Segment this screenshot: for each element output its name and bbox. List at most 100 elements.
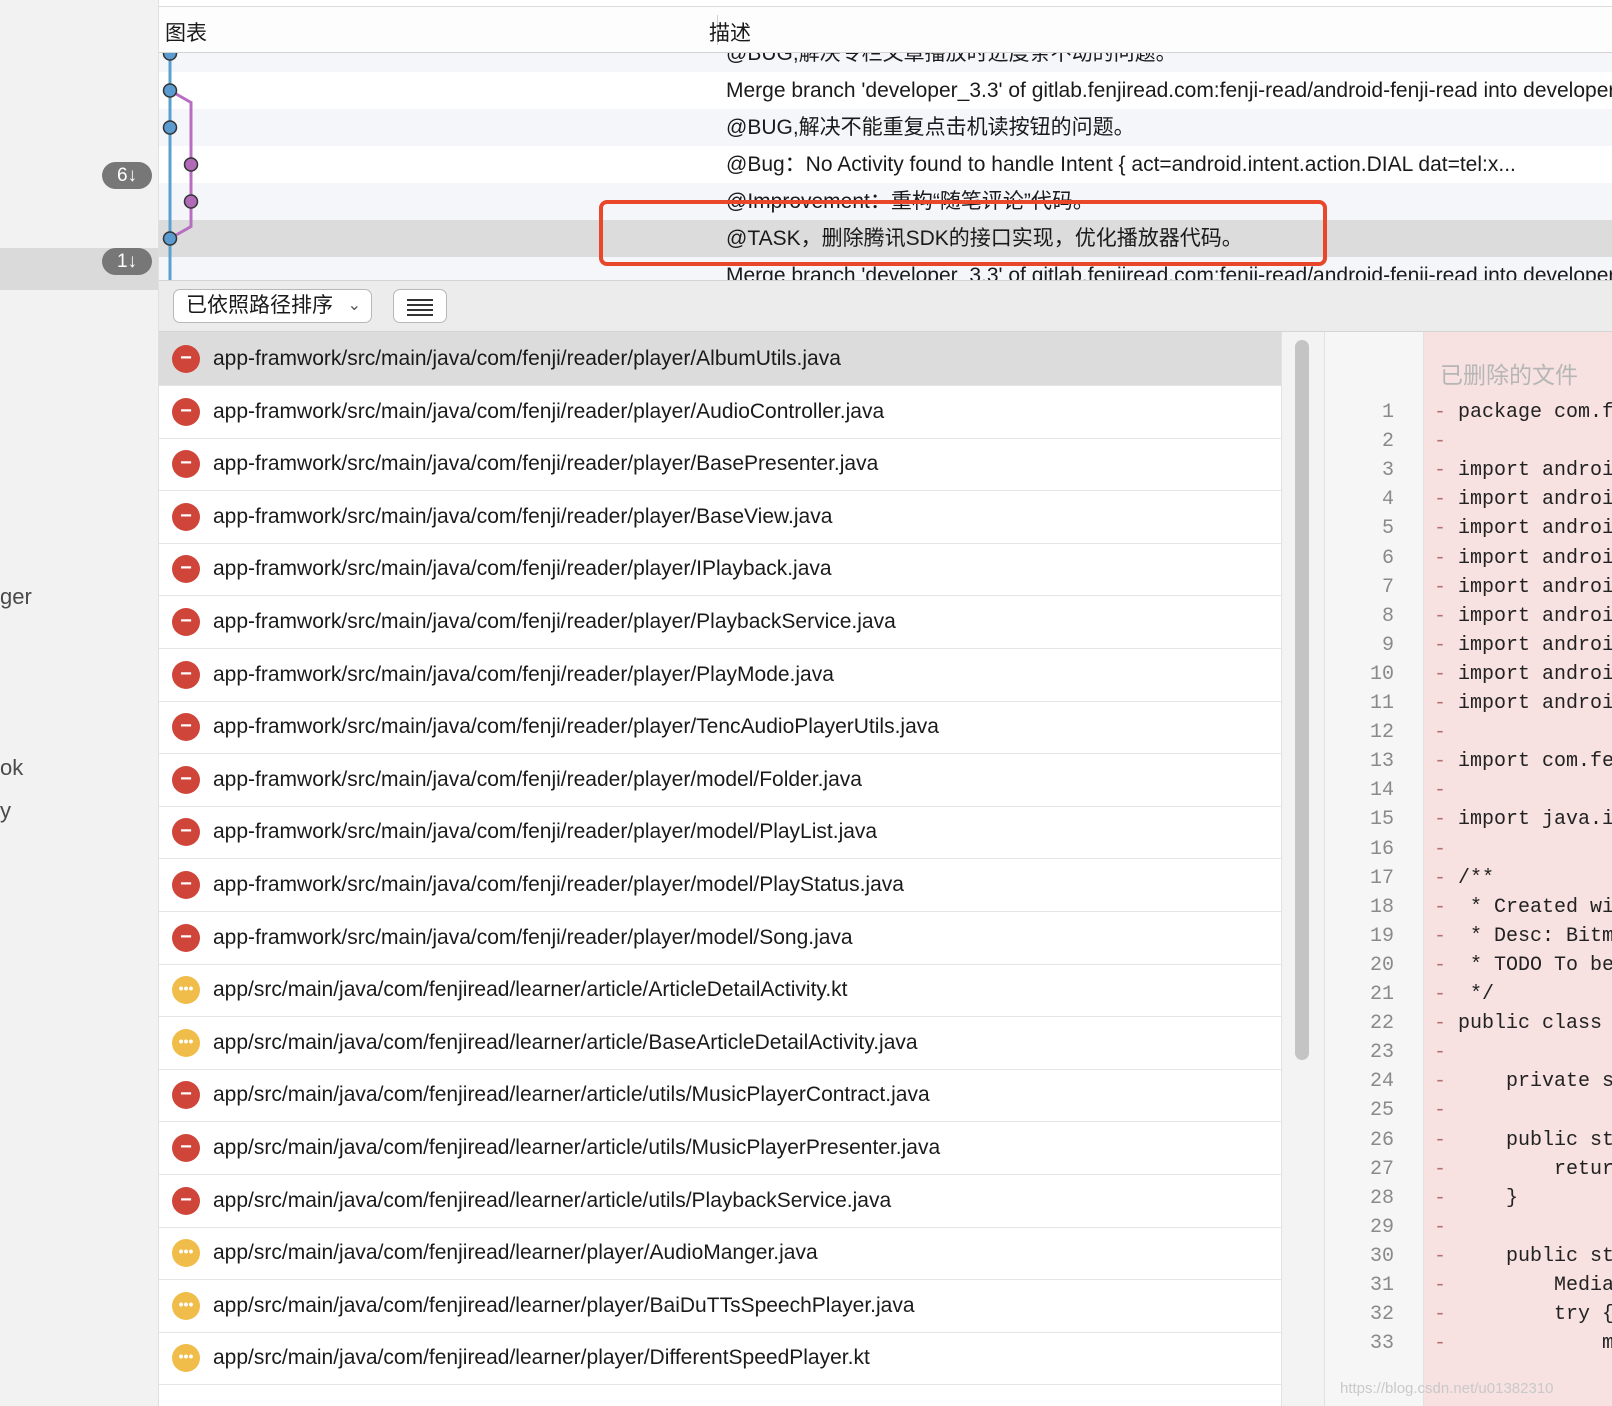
removed-line-marker: - <box>1434 1012 1459 1036</box>
line-number: 18 <box>1369 895 1394 919</box>
file-modified-icon: ••• <box>172 1239 200 1268</box>
file-deleted-icon: − <box>172 397 200 426</box>
removed-line-marker: - <box>1434 459 1459 483</box>
commit-row[interactable]: @BUG,解决不能重复点击机读按钮的问题。 <box>159 109 1612 146</box>
file-path: app/src/main/java/com/fenjiread/learner/… <box>213 1083 930 1107</box>
file-deleted-icon: − <box>172 555 200 584</box>
file-row[interactable]: − app/src/main/java/com/fenjiread/learner… <box>159 1174 1281 1228</box>
diff-line: - <box>1434 1096 1458 1126</box>
removed-line-marker: - <box>1434 924 1459 948</box>
diff-line: - import java.i <box>1434 805 1612 835</box>
commit-row[interactable]: Merge branch 'developer_3.3' of gitlab.f… <box>159 72 1612 109</box>
diff-line-code: retur <box>1458 1157 1612 1181</box>
behind-count-badge: 6↓ <box>102 162 152 189</box>
file-path: app/src/main/java/com/fenjiread/learner/… <box>213 1136 941 1159</box>
file-row[interactable]: − app-framwork/src/main/java/com/fenji/re… <box>159 490 1281 544</box>
line-number: 1 <box>1381 401 1394 424</box>
removed-line-marker: - <box>1434 837 1459 861</box>
file-path: app/src/main/java/com/fenjiread/learner/… <box>213 1241 818 1265</box>
diff-line: - <box>1434 718 1458 748</box>
diff-line: - import androi <box>1434 660 1612 690</box>
file-row[interactable]: − app-framwork/src/main/java/com/fenji/re… <box>159 648 1281 702</box>
file-row[interactable]: − app-framwork/src/main/java/com/fenji/re… <box>159 700 1281 755</box>
diff-line: - import androi <box>1434 602 1612 632</box>
diff-line: - <box>1434 1038 1458 1068</box>
file-row[interactable]: ••• app/src/main/java/com/fenjiread/learn… <box>159 1331 1281 1386</box>
removed-line-marker: - <box>1434 895 1459 919</box>
line-number: 22 <box>1369 1012 1394 1036</box>
sidebar: 6↓ 1↓ ger ok y <box>0 0 159 1406</box>
removed-line-marker: - <box>1434 808 1459 832</box>
diff-line: - private s <box>1434 1067 1612 1097</box>
scrollbar-thumb[interactable] <box>1295 340 1309 1060</box>
file-row[interactable]: − app-framwork/src/main/java/com/fenji/re… <box>159 437 1281 492</box>
removed-line-marker: - <box>1434 721 1459 745</box>
removed-line-marker: - <box>1434 692 1459 715</box>
sidebar-item-label[interactable]: ger <box>0 584 32 610</box>
file-row[interactable]: − app-framwork/src/main/java/com/fenji/re… <box>159 542 1281 597</box>
file-deleted-icon: − <box>172 818 200 847</box>
file-row[interactable]: − app-framwork/src/main/java/com/fenji/re… <box>159 805 1281 860</box>
line-number: 16 <box>1369 837 1394 861</box>
file-row[interactable]: − app/src/main/java/com/fenjiread/learner… <box>159 1121 1281 1175</box>
file-path: app-framwork/src/main/java/com/fenji/rea… <box>213 662 834 686</box>
file-row[interactable]: − app-framwork/src/main/java/com/fenji/re… <box>159 595 1281 649</box>
file-toolbar: 已依照路径排序 ⌄ <box>159 280 1612 332</box>
sort-dropdown[interactable]: 已依照路径排序 ⌄ <box>173 289 372 323</box>
commit-node <box>162 120 178 135</box>
line-number: 30 <box>1369 1244 1394 1268</box>
line-number: 11 <box>1369 692 1394 715</box>
file-row[interactable]: − app-framwork/src/main/java/com/fenji/re… <box>159 332 1281 386</box>
list-view-button[interactable] <box>393 289 447 323</box>
file-deleted-icon: − <box>172 660 200 689</box>
removed-line-marker: - <box>1434 1128 1459 1152</box>
removed-line-marker: - <box>1434 1244 1459 1268</box>
file-row[interactable]: ••• app/src/main/java/com/fenjiread/learn… <box>159 1016 1281 1070</box>
diff-line-code: import androi <box>1458 488 1612 512</box>
diff-line: - import androi <box>1434 573 1612 603</box>
file-row[interactable]: − app-framwork/src/main/java/com/fenji/re… <box>159 753 1281 807</box>
commit-row[interactable]: @Bug：No Activity found to handle Intent … <box>159 146 1612 183</box>
file-row[interactable]: − app-framwork/src/main/java/com/fenji/re… <box>159 858 1281 912</box>
line-number: 6 <box>1381 546 1394 570</box>
history-header: 图表 描述 <box>159 6 1612 53</box>
file-deleted-icon: − <box>172 1186 200 1215</box>
diff-line: - public st <box>1434 1126 1612 1156</box>
diff-line: - import androi <box>1434 456 1612 486</box>
file-row[interactable]: ••• app/src/main/java/com/fenjiread/learn… <box>159 1226 1281 1281</box>
line-number: 25 <box>1369 1099 1394 1123</box>
diff-line-code: import androi <box>1458 459 1612 483</box>
removed-line-marker: - <box>1434 1099 1459 1123</box>
removed-line-marker: - <box>1434 546 1459 570</box>
file-list-scrollbar[interactable] <box>1281 332 1325 1406</box>
file-path: app-framwork/src/main/java/com/fenji/rea… <box>213 399 885 423</box>
removed-line-marker: - <box>1434 430 1459 454</box>
file-deleted-icon: − <box>172 713 200 742</box>
removed-line-marker: - <box>1434 1274 1459 1297</box>
file-path: app/src/main/java/com/fenjiread/learner/… <box>213 1030 918 1054</box>
column-header-description[interactable]: 描述 <box>709 17 751 47</box>
list-icon <box>407 299 433 301</box>
file-deleted-icon: − <box>172 608 200 636</box>
diff-line-code: m <box>1458 1332 1612 1356</box>
column-header-graph[interactable]: 图表 <box>165 17 207 47</box>
file-row[interactable]: − app/src/main/java/com/fenjiread/learner… <box>159 1068 1281 1123</box>
diff-line: - import androi <box>1434 544 1612 574</box>
diff-line-code: import androi <box>1458 517 1612 541</box>
commit-message: @Bug：No Activity found to handle Intent … <box>726 153 1516 176</box>
diff-line-code: Media <box>1458 1274 1612 1297</box>
file-row[interactable]: − app-framwork/src/main/java/com/fenji/re… <box>159 385 1281 439</box>
removed-line-marker: - <box>1434 1215 1459 1239</box>
diff-line-code: import androi <box>1458 575 1612 599</box>
file-row[interactable]: − app-framwork/src/main/java/com/fenji/re… <box>159 911 1281 965</box>
file-path: app/src/main/java/com/fenjiread/learner/… <box>213 978 848 1002</box>
sidebar-item-label[interactable]: y <box>0 798 11 824</box>
diff-line-code: import java.i <box>1458 808 1612 832</box>
file-row[interactable]: ••• app/src/main/java/com/fenjiread/learn… <box>159 963 1281 1018</box>
file-row[interactable]: ••• app/src/main/java/com/fenjiread/learn… <box>159 1279 1281 1333</box>
line-number: 24 <box>1369 1070 1394 1094</box>
diff-line: - retur <box>1434 1155 1612 1185</box>
sidebar-item-label[interactable]: ok <box>0 755 23 781</box>
diff-line: - import com.fe <box>1434 747 1612 777</box>
file-deleted-icon: − <box>172 871 200 899</box>
